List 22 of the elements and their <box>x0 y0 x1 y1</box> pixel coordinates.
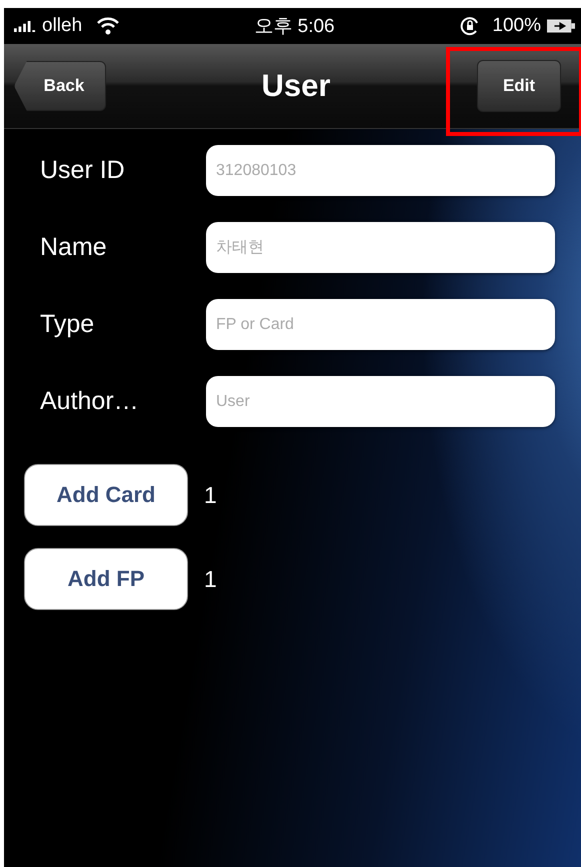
back-button[interactable]: Back <box>14 61 106 111</box>
signal-icon <box>14 20 36 32</box>
text-field[interactable]: 차태현 <box>206 222 555 273</box>
clock-time: 오후 5:06 <box>254 15 335 39</box>
add-button[interactable]: Add FP <box>24 548 188 610</box>
count-value: 1 <box>204 566 217 592</box>
rotation-lock-icon <box>460 16 480 36</box>
field-label: User ID <box>39 156 126 185</box>
screen-title: User <box>262 68 330 104</box>
field-label: Name <box>39 233 108 262</box>
text-field[interactable]: 312080103 <box>206 145 555 196</box>
add-button[interactable]: Add Card <box>24 464 188 526</box>
carrier-name: olleh <box>42 15 82 37</box>
field-label: Author… <box>39 387 140 416</box>
text-field[interactable]: FP or Card <box>206 299 555 350</box>
field-label: Type <box>39 310 96 339</box>
wifi-icon <box>96 17 120 35</box>
battery-percent: 100% <box>492 15 541 37</box>
count-value: 1 <box>204 482 217 508</box>
edit-button[interactable]: Edit <box>477 60 561 112</box>
text-field[interactable]: User <box>206 376 555 427</box>
battery-icon <box>546 19 575 33</box>
